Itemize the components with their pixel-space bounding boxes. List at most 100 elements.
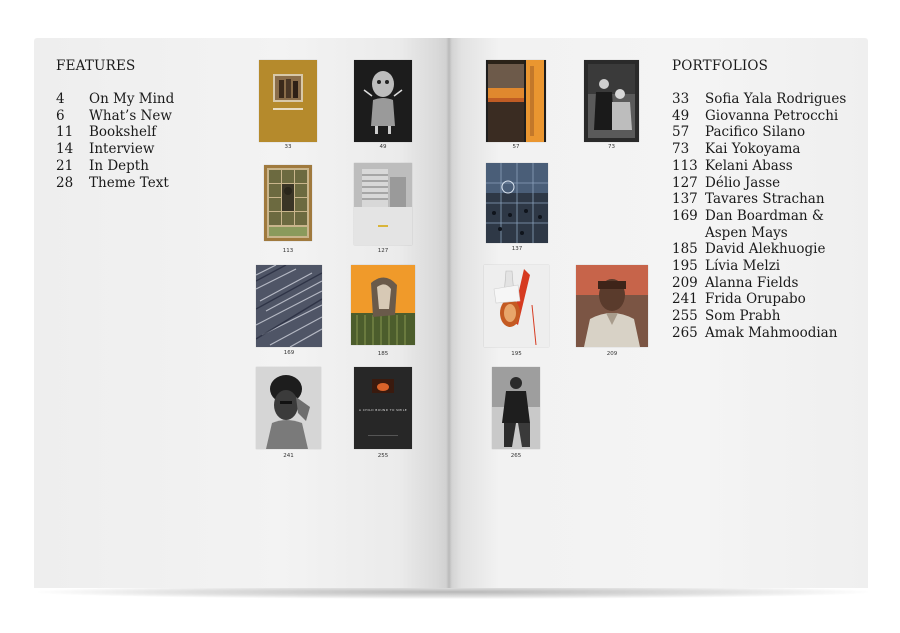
thumbnail-caption: 57 [512, 144, 520, 150]
portfolio-page-number: 241 [672, 291, 698, 308]
feature-item[interactable]: 21 In Depth [56, 158, 174, 175]
feature-title: In Depth [89, 157, 149, 174]
thumbnail-caption: 185 [377, 351, 389, 357]
portfolio-item[interactable]: 127 Délio Jasse [672, 175, 846, 192]
feature-item[interactable]: 6 What’s New [56, 108, 174, 125]
bw-seated-man-icon [492, 367, 540, 449]
thumbnail-caption: 73 [608, 144, 615, 150]
portfolio-page-number: 113 [672, 157, 698, 174]
feature-title: Bookshelf [89, 124, 157, 141]
portfolio-item[interactable]: Aspen Mays [672, 225, 846, 242]
thumbnail-caption: 33 [284, 144, 292, 150]
thumbnail-caption: 265 [510, 453, 522, 459]
portfolio-item[interactable]: 57 Pacifico Silano [672, 124, 846, 141]
sunset-strips-icon [486, 60, 546, 142]
thumbnail-49[interactable]: 49 [354, 60, 412, 150]
portfolio-page-number: 255 [672, 308, 698, 325]
features-heading: FEATURES [56, 58, 136, 74]
portfolio-title: Som Prabh [705, 308, 781, 325]
portfolio-page-number: 265 [672, 324, 698, 341]
abstract-streaks-icon [256, 265, 322, 347]
portfolio-title: Délio Jasse [705, 174, 781, 191]
bw-portrait-icon [256, 367, 321, 449]
feature-title: Theme Text [89, 174, 169, 191]
portfolio-page-number: 195 [672, 258, 698, 275]
thumbnail-265[interactable]: 265 [492, 367, 540, 461]
thumbnail-255[interactable]: A CHILD BOUND TO SMILE 255 [354, 367, 412, 461]
portfolio-title: Tavares Strachan [705, 191, 825, 208]
portfolio-item[interactable]: 265 Amak Mahmoodian [672, 325, 846, 342]
magazine-spread: FEATURES 4 On My Mind 6 What’s New 11 Bookshe… [0, 0, 900, 633]
portfolio-title: Lívia Melzi [705, 258, 781, 275]
portfolio-page-number: 169 [672, 207, 698, 224]
basketball-grid-icon [486, 163, 548, 243]
thumbnail-137[interactable]: 137 [486, 163, 548, 257]
portfolio-title: David Alekhuogie [705, 241, 826, 258]
feature-page-number: 14 [56, 141, 74, 158]
portfolio-page-number [672, 225, 705, 242]
feature-item[interactable]: 4 On My Mind [56, 91, 174, 108]
framed-portrait-icon [264, 165, 312, 241]
feature-page-number: 6 [56, 107, 65, 124]
thumbnail-241[interactable]: 241 [256, 367, 321, 461]
feature-page-number: 11 [56, 124, 74, 141]
portfolio-page-number: 73 [672, 141, 690, 158]
thumbnail-209[interactable]: 209 [576, 265, 648, 357]
portfolio-item[interactable]: 73 Kai Yokoyama [672, 141, 846, 158]
portfolio-title: Kelani Abass [705, 157, 793, 174]
portfolio-item[interactable]: 195 Lívia Melzi [672, 258, 846, 275]
portfolio-page-number: 127 [672, 174, 698, 191]
feature-page-number: 28 [56, 174, 74, 191]
mask-figure-icon [354, 60, 412, 142]
feature-item[interactable]: 14 Interview [56, 141, 174, 158]
thumbnail-195[interactable]: 195 [484, 265, 549, 357]
thumbnail-caption: 195 [511, 351, 522, 357]
thumbnail-57[interactable]: 57 [486, 60, 546, 150]
thumbnail-caption: 137 [511, 246, 523, 252]
portfolio-item[interactable]: 113 Kelani Abass [672, 158, 846, 175]
thumbnail-caption: 113 [282, 248, 294, 254]
thumbnail-113[interactable]: 113 [264, 165, 312, 255]
portfolio-page-number: 137 [672, 191, 698, 208]
portfolio-item[interactable]: 33 Sofia Yala Rodrigues [672, 91, 846, 108]
portfolio-title: Dan Boardman & [705, 207, 824, 224]
portfolios-heading: PORTFOLIOS [672, 58, 769, 74]
feature-item[interactable]: 28 Theme Text [56, 175, 174, 192]
features-list: 4 On My Mind 6 What’s New 11 Bookshelf 14 Inter… [56, 91, 174, 191]
portfolio-title: Pacifico Silano [705, 124, 806, 141]
page-gutter [446, 38, 452, 588]
thumbnail-caption: 241 [283, 453, 294, 459]
portfolio-title: Aspen Mays [705, 224, 788, 241]
thumbnail-caption: 169 [283, 350, 295, 356]
portfolio-item[interactable]: 241 Frida Orupabo [672, 291, 846, 308]
building-photo-icon [354, 163, 412, 245]
vintage-couple-icon [584, 60, 639, 142]
feature-page-number: 21 [56, 157, 74, 174]
portfolio-title: Giovanna Petrocchi [705, 107, 839, 124]
portfolio-title: Amak Mahmoodian [705, 324, 838, 341]
book-cover-text: A CHILD BOUND TO SMILE [358, 408, 408, 412]
thumbnail-73[interactable]: 73 [584, 60, 639, 150]
thumbnail-185[interactable]: 185 [351, 265, 415, 357]
thumbnail-127[interactable]: 127 [354, 163, 412, 255]
sepia-photo-icon [259, 60, 317, 142]
orange-collage-icon [351, 265, 415, 345]
portfolio-item[interactable]: 169 Dan Boardman & [672, 208, 846, 225]
thumbnail-caption: 127 [377, 248, 389, 254]
painted-portrait-icon [576, 265, 648, 347]
portfolio-title: Frida Orupabo [705, 291, 806, 308]
feature-item[interactable]: 11 Bookshelf [56, 124, 174, 141]
portfolio-item[interactable]: 185 David Alekhuogie [672, 241, 846, 258]
portfolio-page-number: 49 [672, 107, 690, 124]
red-drawing-icon [484, 265, 549, 347]
thumbnail-169[interactable]: 169 [256, 265, 322, 357]
portfolio-item[interactable]: 209 Alanna Fields [672, 275, 846, 292]
portfolio-page-number: 33 [672, 91, 690, 107]
portfolio-item[interactable]: 255 Som Prabh [672, 308, 846, 325]
portfolio-page-number: 185 [672, 241, 698, 258]
portfolios-list: 33 Sofia Yala Rodrigues 49 Giovanna Petrocc… [672, 91, 846, 342]
feature-title: On My Mind [89, 91, 175, 107]
portfolio-item[interactable]: 137 Tavares Strachan [672, 191, 846, 208]
thumbnail-33[interactable]: 33 [259, 60, 317, 150]
portfolio-item[interactable]: 49 Giovanna Petrocchi [672, 108, 846, 125]
